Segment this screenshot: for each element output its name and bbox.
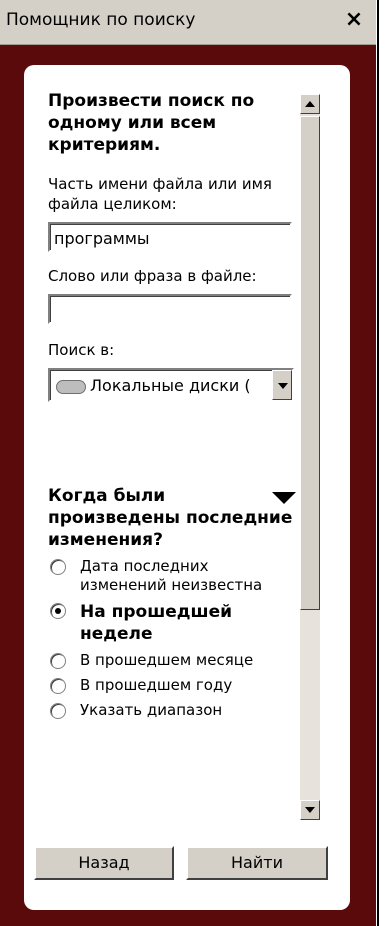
radio-label: Указать диапазон — [80, 701, 223, 719]
radio-label: В прошедшем месяце — [80, 651, 254, 669]
button-row: Назад Найти — [34, 846, 328, 880]
filename-input[interactable]: программы — [48, 222, 292, 252]
lookin-label: Поиск в: — [48, 341, 115, 359]
radio-option[interactable]: Указать диапазон — [48, 701, 296, 720]
right-divider — [377, 0, 379, 926]
search-companion-pane: Помощник по поиску × Произвести поиск по… — [0, 0, 376, 926]
close-icon[interactable]: × — [340, 6, 368, 34]
radio-label: Дата последних изменений неизвестна — [80, 557, 263, 594]
radio-label: На прошедшей неделе — [80, 602, 233, 644]
radio-selected-icon[interactable] — [50, 603, 66, 619]
search-heading: Произвести поиск по одному или всем крит… — [48, 91, 255, 155]
radio-circle-icon[interactable] — [50, 678, 66, 694]
filename-label: Часть имени файла или имя файла целиком: — [48, 175, 272, 213]
radio-option[interactable]: На прошедшей неделе — [48, 601, 296, 645]
scroll-up-icon[interactable] — [300, 94, 320, 114]
modified-section: Когда были произведены последние изменен… — [48, 485, 296, 720]
lookin-select[interactable]: Локальные диски ( — [48, 368, 294, 402]
chevron-down-icon[interactable] — [272, 370, 292, 400]
title-bar: Помощник по поиску × — [0, 0, 376, 45]
back-button[interactable]: Назад — [34, 846, 174, 880]
phrase-input[interactable] — [48, 294, 292, 324]
vertical-scrollbar[interactable] — [300, 94, 320, 820]
radio-option[interactable]: Дата последних изменений неизвестна — [48, 557, 296, 595]
lookin-value: Локальные диски ( — [90, 376, 251, 395]
phrase-label: Слово или фраза в файле: — [48, 267, 257, 285]
drive-icon — [56, 380, 86, 394]
scroll-down-icon[interactable] — [300, 800, 320, 820]
radio-circle-icon[interactable] — [50, 559, 66, 575]
search-button[interactable]: Найти — [186, 846, 328, 880]
radio-circle-icon[interactable] — [50, 653, 66, 669]
pane-title: Помощник по поиску — [6, 10, 196, 30]
scroll-thumb[interactable] — [300, 116, 320, 610]
modified-heading: Когда были произведены последние изменен… — [48, 486, 293, 550]
radio-circle-icon[interactable] — [50, 703, 66, 719]
radio-option[interactable]: В прошедшем месяце — [48, 651, 296, 670]
radio-label: В прошедшем году — [80, 676, 233, 694]
search-criteria: Произвести поиск по одному или всем крит… — [48, 90, 296, 402]
radio-option[interactable]: В прошедшем году — [48, 676, 296, 695]
